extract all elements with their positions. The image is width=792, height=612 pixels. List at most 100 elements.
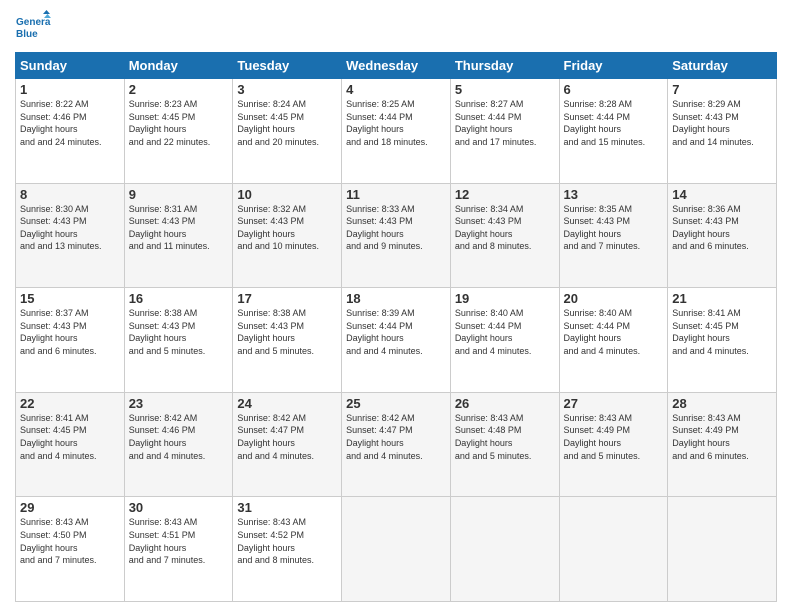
col-saturday: Saturday — [668, 53, 777, 79]
cell-text: Sunrise: 8:38 AMSunset: 4:43 PMDaylight … — [237, 308, 314, 356]
page: General Blue Sunday Monday Tuesday Wedne… — [0, 0, 792, 612]
col-wednesday: Wednesday — [342, 53, 451, 79]
day-number: 9 — [129, 187, 229, 202]
cell-text: Sunrise: 8:43 AMSunset: 4:50 PMDaylight … — [20, 517, 97, 565]
cell-text: Sunrise: 8:29 AMSunset: 4:43 PMDaylight … — [672, 99, 754, 147]
col-sunday: Sunday — [16, 53, 125, 79]
day-number: 29 — [20, 500, 120, 515]
cell-text: Sunrise: 8:43 AMSunset: 4:52 PMDaylight … — [237, 517, 314, 565]
col-tuesday: Tuesday — [233, 53, 342, 79]
table-row — [450, 497, 559, 602]
cell-text: Sunrise: 8:42 AMSunset: 4:47 PMDaylight … — [237, 413, 314, 461]
table-row: 26 Sunrise: 8:43 AMSunset: 4:48 PMDaylig… — [450, 392, 559, 497]
table-row: 25 Sunrise: 8:42 AMSunset: 4:47 PMDaylig… — [342, 392, 451, 497]
table-row: 5 Sunrise: 8:27 AMSunset: 4:44 PMDayligh… — [450, 79, 559, 184]
cell-text: Sunrise: 8:23 AMSunset: 4:45 PMDaylight … — [129, 99, 211, 147]
col-thursday: Thursday — [450, 53, 559, 79]
logo-svg: General Blue — [15, 10, 51, 46]
logo: General Blue — [15, 10, 51, 46]
cell-text: Sunrise: 8:27 AMSunset: 4:44 PMDaylight … — [455, 99, 537, 147]
day-number: 10 — [237, 187, 337, 202]
svg-text:Blue: Blue — [16, 29, 38, 40]
calendar-table: Sunday Monday Tuesday Wednesday Thursday… — [15, 52, 777, 602]
table-row: 2 Sunrise: 8:23 AMSunset: 4:45 PMDayligh… — [124, 79, 233, 184]
table-row: 9 Sunrise: 8:31 AMSunset: 4:43 PMDayligh… — [124, 183, 233, 288]
cell-text: Sunrise: 8:31 AMSunset: 4:43 PMDaylight … — [129, 204, 210, 252]
cell-text: Sunrise: 8:42 AMSunset: 4:46 PMDaylight … — [129, 413, 206, 461]
cell-text: Sunrise: 8:32 AMSunset: 4:43 PMDaylight … — [237, 204, 319, 252]
table-row: 19 Sunrise: 8:40 AMSunset: 4:44 PMDaylig… — [450, 288, 559, 393]
calendar-week-row: 1 Sunrise: 8:22 AMSunset: 4:46 PMDayligh… — [16, 79, 777, 184]
cell-text: Sunrise: 8:35 AMSunset: 4:43 PMDaylight … — [564, 204, 641, 252]
cell-text: Sunrise: 8:22 AMSunset: 4:46 PMDaylight … — [20, 99, 102, 147]
cell-text: Sunrise: 8:30 AMSunset: 4:43 PMDaylight … — [20, 204, 102, 252]
table-row: 16 Sunrise: 8:38 AMSunset: 4:43 PMDaylig… — [124, 288, 233, 393]
day-number: 24 — [237, 396, 337, 411]
day-number: 25 — [346, 396, 446, 411]
day-number: 2 — [129, 82, 229, 97]
table-row: 15 Sunrise: 8:37 AMSunset: 4:43 PMDaylig… — [16, 288, 125, 393]
table-row: 12 Sunrise: 8:34 AMSunset: 4:43 PMDaylig… — [450, 183, 559, 288]
day-number: 8 — [20, 187, 120, 202]
cell-text: Sunrise: 8:33 AMSunset: 4:43 PMDaylight … — [346, 204, 423, 252]
calendar-week-row: 29 Sunrise: 8:43 AMSunset: 4:50 PMDaylig… — [16, 497, 777, 602]
col-friday: Friday — [559, 53, 668, 79]
day-number: 27 — [564, 396, 664, 411]
day-number: 12 — [455, 187, 555, 202]
table-row — [559, 497, 668, 602]
cell-text: Sunrise: 8:41 AMSunset: 4:45 PMDaylight … — [20, 413, 97, 461]
day-number: 11 — [346, 187, 446, 202]
day-number: 15 — [20, 291, 120, 306]
table-row: 14 Sunrise: 8:36 AMSunset: 4:43 PMDaylig… — [668, 183, 777, 288]
table-row: 8 Sunrise: 8:30 AMSunset: 4:43 PMDayligh… — [16, 183, 125, 288]
calendar-header-row: Sunday Monday Tuesday Wednesday Thursday… — [16, 53, 777, 79]
table-row: 23 Sunrise: 8:42 AMSunset: 4:46 PMDaylig… — [124, 392, 233, 497]
cell-text: Sunrise: 8:43 AMSunset: 4:48 PMDaylight … — [455, 413, 532, 461]
cell-text: Sunrise: 8:43 AMSunset: 4:51 PMDaylight … — [129, 517, 206, 565]
header: General Blue — [15, 10, 777, 46]
day-number: 16 — [129, 291, 229, 306]
table-row: 31 Sunrise: 8:43 AMSunset: 4:52 PMDaylig… — [233, 497, 342, 602]
cell-text: Sunrise: 8:37 AMSunset: 4:43 PMDaylight … — [20, 308, 97, 356]
day-number: 28 — [672, 396, 772, 411]
table-row: 11 Sunrise: 8:33 AMSunset: 4:43 PMDaylig… — [342, 183, 451, 288]
day-number: 5 — [455, 82, 555, 97]
cell-text: Sunrise: 8:25 AMSunset: 4:44 PMDaylight … — [346, 99, 428, 147]
table-row — [668, 497, 777, 602]
day-number: 6 — [564, 82, 664, 97]
table-row: 29 Sunrise: 8:43 AMSunset: 4:50 PMDaylig… — [16, 497, 125, 602]
day-number: 1 — [20, 82, 120, 97]
cell-text: Sunrise: 8:40 AMSunset: 4:44 PMDaylight … — [564, 308, 641, 356]
day-number: 13 — [564, 187, 664, 202]
table-row: 6 Sunrise: 8:28 AMSunset: 4:44 PMDayligh… — [559, 79, 668, 184]
day-number: 17 — [237, 291, 337, 306]
day-number: 20 — [564, 291, 664, 306]
table-row: 30 Sunrise: 8:43 AMSunset: 4:51 PMDaylig… — [124, 497, 233, 602]
table-row: 17 Sunrise: 8:38 AMSunset: 4:43 PMDaylig… — [233, 288, 342, 393]
table-row: 24 Sunrise: 8:42 AMSunset: 4:47 PMDaylig… — [233, 392, 342, 497]
day-number: 7 — [672, 82, 772, 97]
svg-text:General: General — [16, 17, 51, 28]
col-monday: Monday — [124, 53, 233, 79]
table-row: 18 Sunrise: 8:39 AMSunset: 4:44 PMDaylig… — [342, 288, 451, 393]
cell-text: Sunrise: 8:24 AMSunset: 4:45 PMDaylight … — [237, 99, 319, 147]
table-row: 22 Sunrise: 8:41 AMSunset: 4:45 PMDaylig… — [16, 392, 125, 497]
day-number: 31 — [237, 500, 337, 515]
table-row — [342, 497, 451, 602]
table-row: 1 Sunrise: 8:22 AMSunset: 4:46 PMDayligh… — [16, 79, 125, 184]
cell-text: Sunrise: 8:43 AMSunset: 4:49 PMDaylight … — [564, 413, 641, 461]
cell-text: Sunrise: 8:42 AMSunset: 4:47 PMDaylight … — [346, 413, 423, 461]
calendar-week-row: 15 Sunrise: 8:37 AMSunset: 4:43 PMDaylig… — [16, 288, 777, 393]
cell-text: Sunrise: 8:36 AMSunset: 4:43 PMDaylight … — [672, 204, 749, 252]
calendar-week-row: 22 Sunrise: 8:41 AMSunset: 4:45 PMDaylig… — [16, 392, 777, 497]
cell-text: Sunrise: 8:40 AMSunset: 4:44 PMDaylight … — [455, 308, 532, 356]
table-row: 10 Sunrise: 8:32 AMSunset: 4:43 PMDaylig… — [233, 183, 342, 288]
day-number: 18 — [346, 291, 446, 306]
day-number: 26 — [455, 396, 555, 411]
table-row: 28 Sunrise: 8:43 AMSunset: 4:49 PMDaylig… — [668, 392, 777, 497]
table-row: 20 Sunrise: 8:40 AMSunset: 4:44 PMDaylig… — [559, 288, 668, 393]
cell-text: Sunrise: 8:43 AMSunset: 4:49 PMDaylight … — [672, 413, 749, 461]
day-number: 23 — [129, 396, 229, 411]
table-row: 4 Sunrise: 8:25 AMSunset: 4:44 PMDayligh… — [342, 79, 451, 184]
cell-text: Sunrise: 8:28 AMSunset: 4:44 PMDaylight … — [564, 99, 646, 147]
